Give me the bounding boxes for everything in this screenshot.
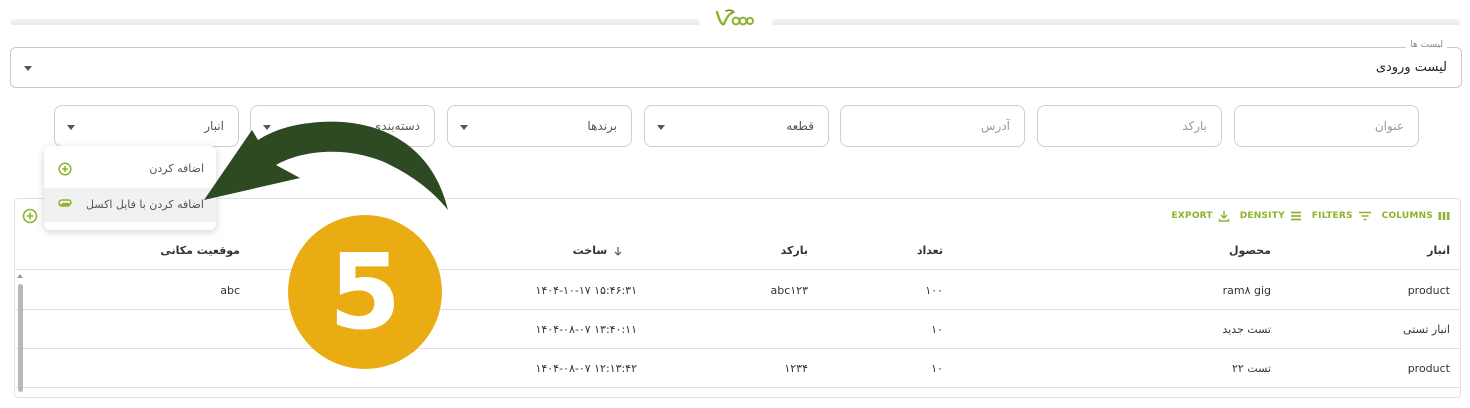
menu-item-add[interactable]: اضافه کردن	[44, 152, 216, 186]
header-warehouse[interactable]: انبار	[1427, 244, 1450, 257]
cell-product: تست جدید	[1222, 323, 1271, 336]
cell-barcode: ۱۲۳۴	[784, 362, 808, 375]
columns-icon	[1438, 212, 1450, 220]
part-filter-label: قطعه	[786, 119, 814, 133]
cell-location: abc	[220, 284, 240, 297]
header-created-label: ساخت	[572, 244, 608, 257]
tutorial-arrow-icon	[204, 121, 448, 210]
brands-filter-label: برندها	[587, 119, 617, 133]
cell-created: ۱۴۰۴-۰۸-۰۷ ۱۲:۱۳:۴۲	[535, 362, 637, 375]
vertical-scrollbar[interactable]	[17, 272, 23, 392]
chevron-down-icon	[24, 66, 32, 71]
table-header-row: انبار محصول تعداد بارکد ساخت موقعیت مکان…	[15, 232, 1460, 270]
grid-toolbar: EXPORT DENSITY FILTERS COLUMNS	[1172, 208, 1450, 224]
plus-circle-icon	[58, 162, 72, 176]
add-options-menu: اضافه کردن اضافه کردن با فایل اکسل	[44, 146, 216, 230]
cell-created: ۱۴۰۴-۱۰-۱۷ ۱۵:۴۶:۳۱	[535, 284, 637, 297]
title-filter-input[interactable]: عنوان	[1234, 105, 1419, 147]
density-icon	[1290, 211, 1301, 221]
scrollbar-thumb[interactable]	[18, 284, 23, 392]
download-icon	[1218, 211, 1229, 222]
step-number: 5	[328, 231, 402, 353]
plus-circle-icon	[22, 208, 38, 224]
step-number-badge: 5	[288, 215, 442, 369]
header-barcode[interactable]: بارکد	[781, 244, 808, 257]
cell-quantity: ۱۰	[931, 362, 943, 375]
top-header	[0, 0, 1470, 30]
brand-logo	[712, 8, 754, 30]
chevron-down-icon	[460, 125, 468, 130]
menu-item-add-excel-label: اضافه کردن با فایل اکسل	[85, 198, 204, 211]
list-select[interactable]: لیست ها لیست ورودی	[10, 40, 1462, 88]
header-created[interactable]: ساخت	[573, 244, 623, 257]
header-divider-left	[10, 19, 700, 25]
cell-quantity: ۱۰	[931, 323, 943, 336]
part-filter-select[interactable]: قطعه	[644, 105, 829, 147]
filter-icon	[1358, 211, 1371, 221]
list-select-legend: لیست ها	[1406, 40, 1447, 50]
header-quantity[interactable]: تعداد	[917, 244, 943, 257]
cell-warehouse: انبار تستی	[1403, 323, 1450, 336]
chevron-down-icon	[67, 125, 75, 130]
list-select-value: لیست ورودی	[1375, 60, 1447, 75]
cell-product: ram۸ gig	[1222, 284, 1271, 297]
header-divider-right	[772, 19, 1460, 25]
cell-created: ۱۴۰۴-۰۸-۰۷ ۱۳:۴۰:۱۱	[535, 323, 637, 336]
address-filter-placeholder: آدرس	[980, 119, 1010, 133]
table-row[interactable]: product تست ۲۲ ۱۰ ۱۲۳۴ ۱۴۰۴-۰۸-۰۷ ۱۲:۱۳:…	[15, 349, 1460, 388]
title-filter-placeholder: عنوان	[1374, 119, 1404, 133]
cell-warehouse: product	[1407, 284, 1450, 297]
cell-quantity: ۱۰۰	[925, 284, 943, 297]
menu-item-add-excel[interactable]: اضافه کردن با فایل اکسل	[44, 188, 216, 222]
add-row-button[interactable]	[22, 208, 38, 224]
cell-product: تست ۲۲	[1231, 362, 1271, 375]
filters-label: FILTERS	[1311, 211, 1353, 221]
columns-label: COLUMNS	[1381, 211, 1433, 221]
attachment-icon	[58, 199, 72, 207]
brands-filter-select[interactable]: برندها	[447, 105, 632, 147]
address-filter-input[interactable]: آدرس	[840, 105, 1025, 147]
barcode-filter-input[interactable]: بارکد	[1037, 105, 1222, 147]
inventory-data-grid: EXPORT DENSITY FILTERS COLUMNS انبار محص…	[14, 198, 1461, 398]
export-label: EXPORT	[1171, 211, 1213, 221]
table-row[interactable]: product ram۸ gig ۱۰۰ abc۱۲۳ ۱۴۰۴-۱۰-۱۷ ۱…	[15, 271, 1460, 310]
header-product[interactable]: محصول	[1229, 244, 1271, 257]
header-location[interactable]: موقعیت مکانی	[160, 244, 240, 257]
table-row[interactable]: انبار تستی تست جدید ۱۰ ۱۴۰۴-۰۸-۰۷ ۱۳:۴۰:…	[15, 310, 1460, 349]
export-button[interactable]: EXPORT	[1172, 210, 1230, 222]
cell-barcode: abc۱۲۳	[770, 284, 809, 297]
columns-button[interactable]: COLUMNS	[1382, 211, 1450, 221]
cell-warehouse: product	[1407, 362, 1450, 375]
density-button[interactable]: DENSITY	[1240, 211, 1302, 221]
density-label: DENSITY	[1239, 211, 1285, 221]
chevron-down-icon	[657, 125, 665, 130]
scroll-up-icon[interactable]	[17, 274, 23, 278]
barcode-filter-placeholder: بارکد	[1182, 119, 1207, 133]
sort-down-icon	[614, 247, 622, 256]
filters-button[interactable]: FILTERS	[1312, 211, 1372, 221]
